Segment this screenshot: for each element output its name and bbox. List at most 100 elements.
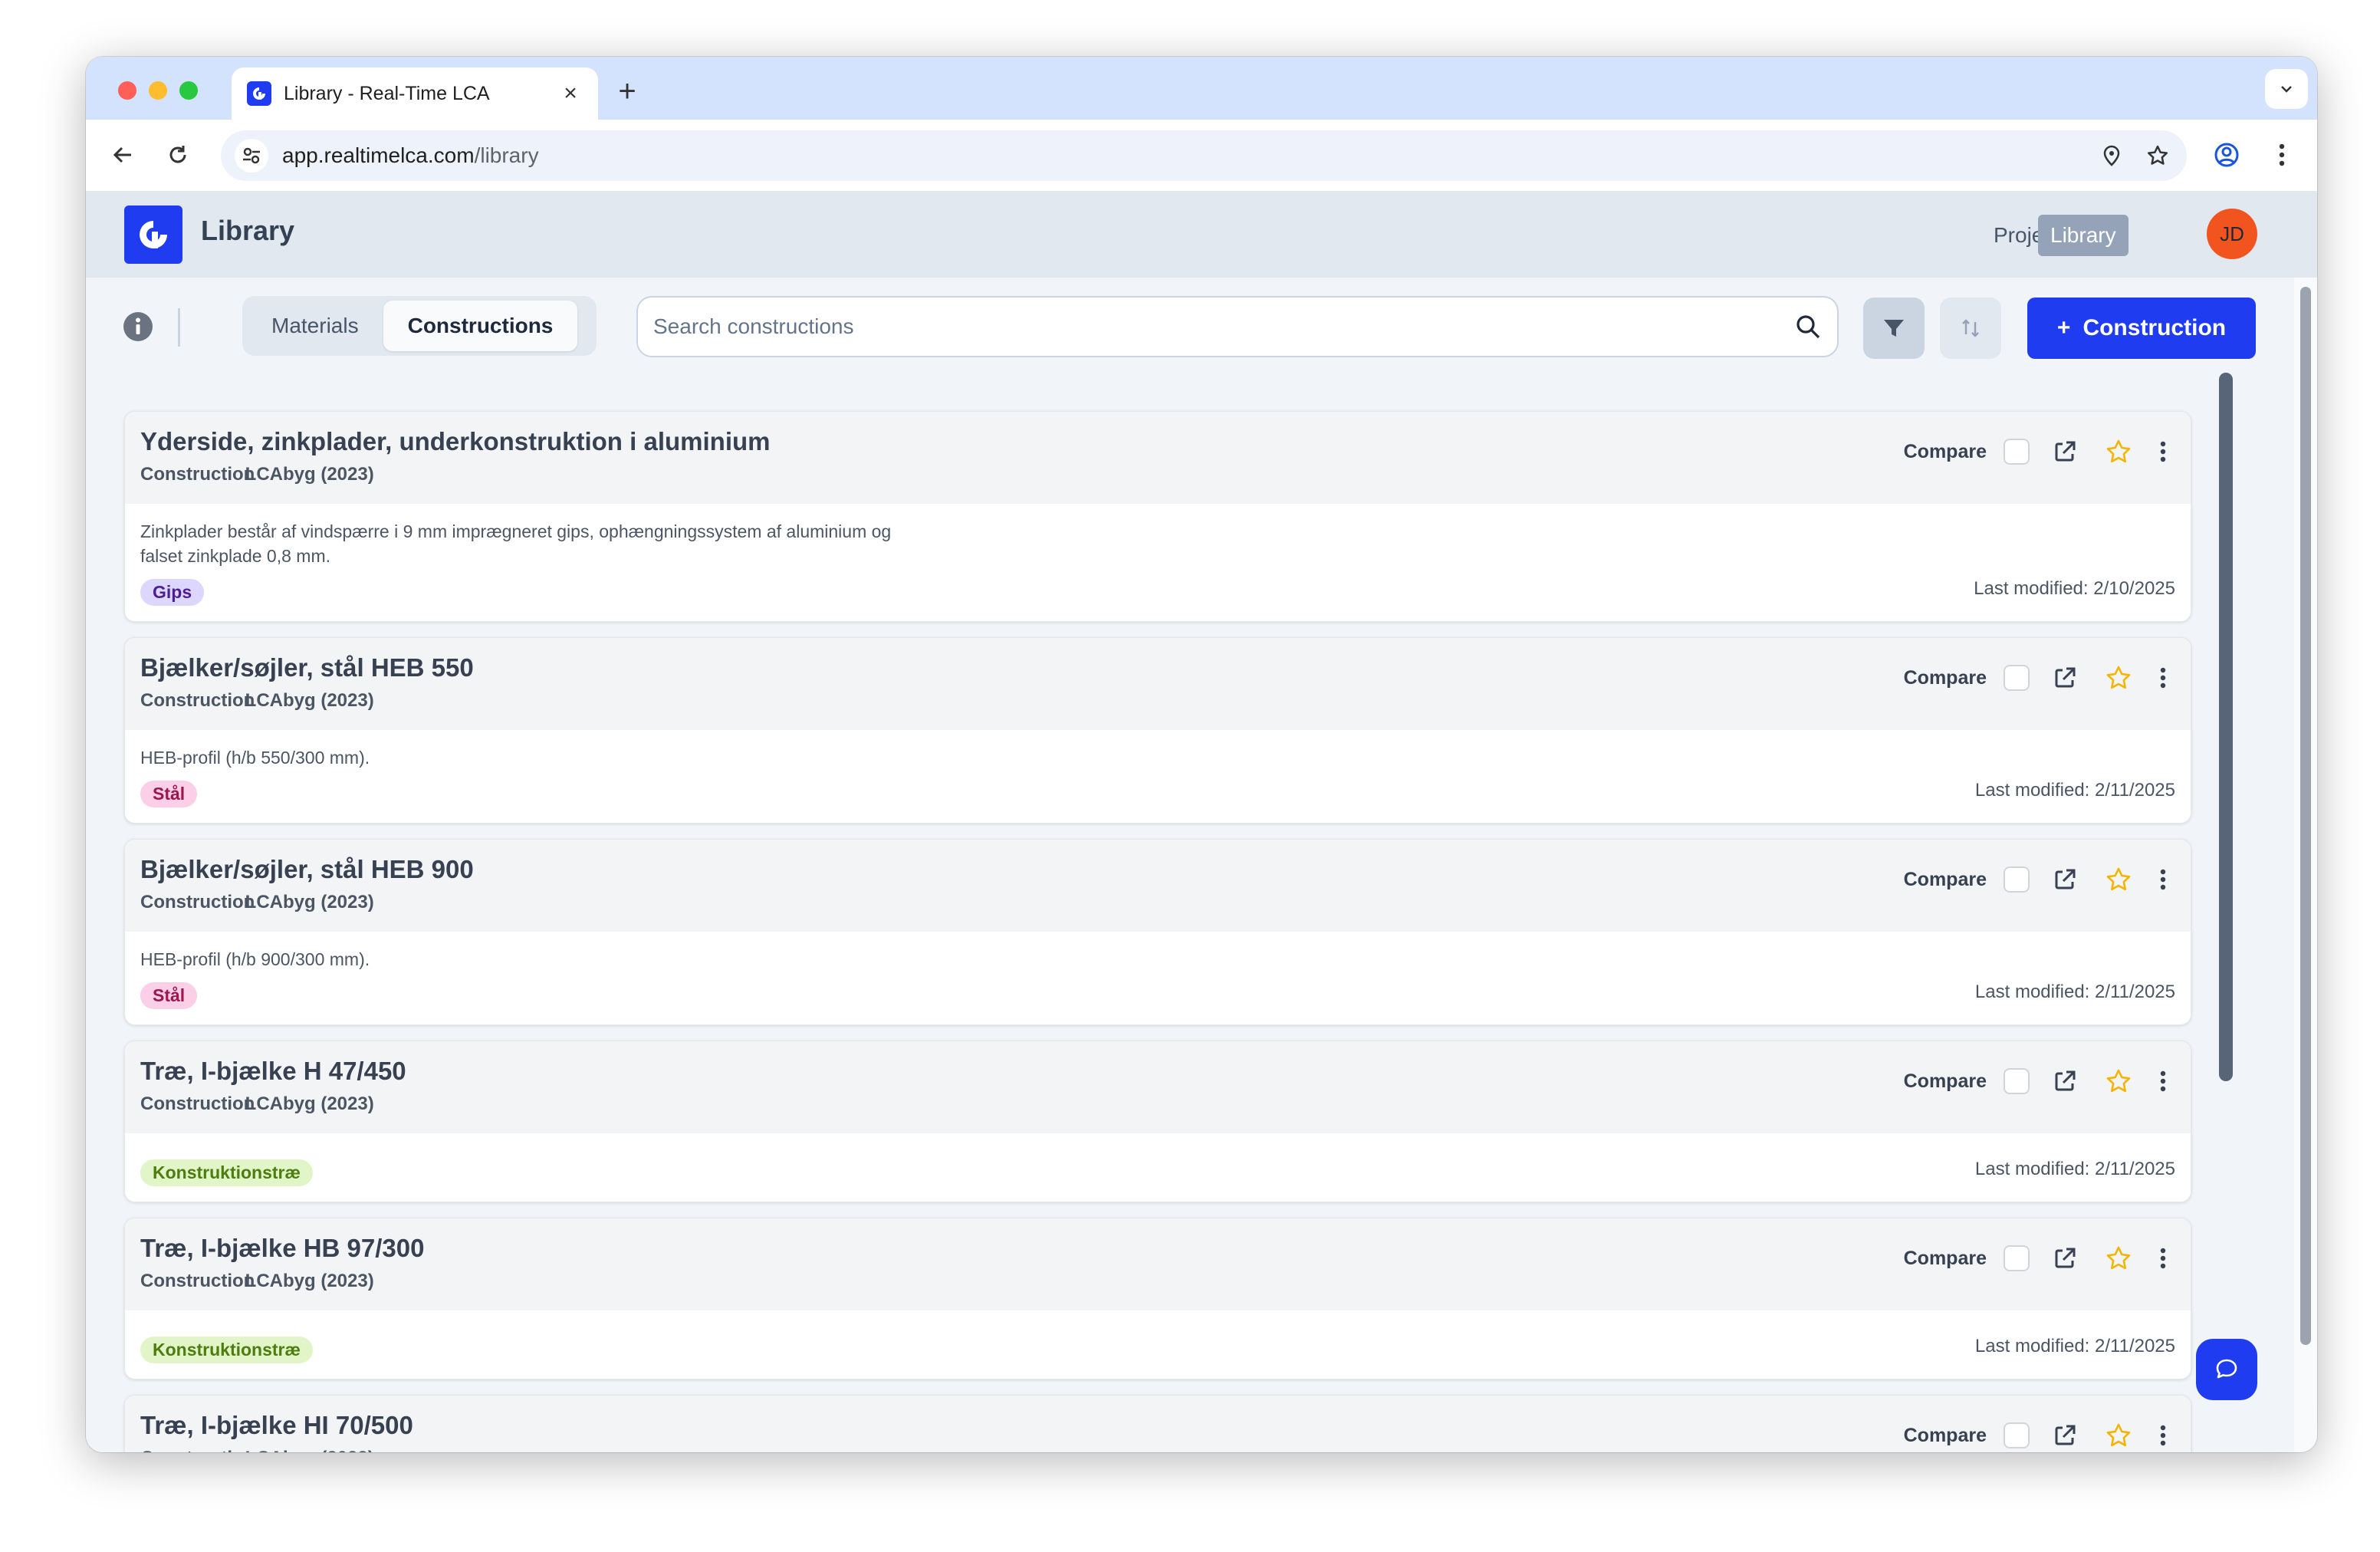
app-logo-icon[interactable] bbox=[124, 206, 182, 264]
card-title[interactable]: Træ, I-bjælke HB 97/300 bbox=[140, 1234, 2175, 1263]
tab-strip: Library - Real-Time LCA × + bbox=[86, 57, 2317, 120]
back-button[interactable] bbox=[104, 136, 141, 173]
list-scrollbar-thumb[interactable] bbox=[2219, 373, 2233, 1081]
card-actions: Compare bbox=[1904, 861, 2172, 898]
browser-menu-button[interactable] bbox=[2263, 136, 2300, 173]
more-options-icon[interactable] bbox=[2154, 433, 2172, 470]
swap-icon bbox=[1962, 319, 1979, 337]
card-title[interactable]: Træ, I-bjælke H 47/450 bbox=[140, 1057, 2175, 1086]
card-source: LCAbyg (2023) bbox=[245, 1271, 374, 1291]
card-source: LCAbyg (2023) bbox=[245, 1448, 374, 1452]
favorite-star-icon[interactable] bbox=[2100, 1240, 2137, 1277]
avatar[interactable]: JD bbox=[2207, 209, 2257, 259]
category-tag[interactable]: Stål bbox=[140, 982, 198, 1009]
close-window-button[interactable] bbox=[118, 81, 136, 100]
card-actions: Compare bbox=[1904, 1417, 2172, 1452]
card-header: Bjælker/søjler, stål HEB 550 Constructio… bbox=[125, 638, 2191, 730]
favorite-star-icon[interactable] bbox=[2100, 861, 2137, 898]
info-icon[interactable] bbox=[123, 311, 153, 342]
tab-constructions[interactable]: Constructions bbox=[383, 301, 578, 351]
construction-card[interactable]: Træ, I-bjælke H 47/450 Construction LCAb… bbox=[124, 1041, 2191, 1202]
open-external-icon[interactable] bbox=[2046, 433, 2083, 470]
card-type: Construction bbox=[140, 690, 255, 711]
tab-close-icon[interactable]: × bbox=[558, 81, 583, 107]
more-options-icon[interactable] bbox=[2154, 659, 2172, 696]
url-host: app.realtimelca.com bbox=[282, 143, 475, 167]
browser-tab[interactable]: Library - Real-Time LCA × bbox=[232, 67, 598, 120]
last-modified: Last modified: 2/11/2025 bbox=[1974, 1159, 2175, 1179]
address-bar[interactable]: app.realtimelca.com/library bbox=[221, 130, 2187, 181]
favorite-star-icon[interactable] bbox=[2100, 659, 2137, 696]
page-scrollbar[interactable] bbox=[2294, 278, 2317, 1452]
construction-card[interactable]: Træ, I-bjælke HB 97/300 Construction LCA… bbox=[124, 1218, 2191, 1379]
reload-button[interactable] bbox=[159, 136, 196, 173]
profile-button[interactable] bbox=[2208, 136, 2245, 173]
more-options-icon[interactable] bbox=[2154, 1240, 2172, 1277]
card-title[interactable]: Bjælker/søjler, stål HEB 550 bbox=[140, 653, 2175, 682]
location-icon[interactable] bbox=[2089, 133, 2135, 179]
more-options-icon[interactable] bbox=[2154, 1063, 2172, 1100]
browser-toolbar: app.realtimelca.com/library bbox=[86, 120, 2317, 192]
page-scrollbar-thumb[interactable] bbox=[2300, 287, 2311, 1345]
search-icon[interactable] bbox=[1794, 313, 1822, 340]
card-source: LCAbyg (2023) bbox=[245, 464, 374, 485]
filter-icon bbox=[1884, 320, 1904, 337]
new-tab-button[interactable]: + bbox=[607, 72, 647, 112]
card-body: Zinkplader består af vindspærre i 9 mm i… bbox=[125, 504, 2191, 621]
compare-label: Compare bbox=[1903, 440, 1987, 462]
add-construction-button[interactable]: + Construction bbox=[2027, 298, 2256, 359]
last-modified: Last modified: 2/10/2025 bbox=[1974, 578, 2175, 599]
construction-card[interactable]: Bjælker/søjler, stål HEB 550 Constructio… bbox=[124, 637, 2191, 824]
compare-checkbox[interactable] bbox=[2004, 665, 2030, 691]
more-options-icon[interactable] bbox=[2154, 861, 2172, 898]
category-tag[interactable]: Gips bbox=[140, 579, 205, 606]
compare-label: Compare bbox=[1903, 868, 1987, 890]
category-tag[interactable]: Konstruktionstræ bbox=[140, 1337, 313, 1363]
profile-icon bbox=[2214, 143, 2239, 167]
more-options-icon[interactable] bbox=[2154, 1417, 2172, 1452]
compare-checkbox[interactable] bbox=[2004, 1422, 2030, 1448]
card-meta: Construction LCAbyg (2023) bbox=[140, 1448, 2175, 1452]
card-title[interactable]: Yderside, zinkplader, underkonstruktion … bbox=[140, 427, 2175, 456]
category-tag[interactable]: Stål bbox=[140, 781, 198, 807]
construction-card[interactable]: Yderside, zinkplader, underkonstruktion … bbox=[124, 411, 2191, 622]
last-modified: Last modified: 2/11/2025 bbox=[1974, 982, 2175, 1002]
open-external-icon[interactable] bbox=[2046, 861, 2083, 898]
tab-search-button[interactable] bbox=[2265, 69, 2308, 109]
last-modified: Last modified: 2/11/2025 bbox=[1974, 1336, 2175, 1356]
url-text[interactable]: app.realtimelca.com/library bbox=[282, 143, 2089, 168]
card-title[interactable]: Bjælker/søjler, stål HEB 900 bbox=[140, 855, 2175, 884]
construction-card[interactable]: Træ, I-bjælke HI 70/500 Construction LCA… bbox=[124, 1395, 2191, 1452]
favorite-star-icon[interactable] bbox=[2100, 433, 2137, 470]
open-external-icon[interactable] bbox=[2046, 1063, 2083, 1100]
open-external-icon[interactable] bbox=[2046, 1417, 2083, 1452]
compare-checkbox[interactable] bbox=[2004, 866, 2030, 893]
construction-card[interactable]: Bjælker/søjler, stål HEB 900 Constructio… bbox=[124, 839, 2191, 1025]
sync-button[interactable] bbox=[1940, 298, 2001, 359]
compare-label: Compare bbox=[1903, 1424, 1987, 1446]
compare-label: Compare bbox=[1903, 1070, 1987, 1092]
open-external-icon[interactable] bbox=[2046, 1240, 2083, 1277]
compare-checkbox[interactable] bbox=[2004, 1245, 2030, 1271]
card-header: Yderside, zinkplader, underkonstruktion … bbox=[125, 412, 2191, 504]
search-input[interactable] bbox=[653, 314, 1794, 339]
compare-checkbox[interactable] bbox=[2004, 1068, 2030, 1094]
chat-button[interactable] bbox=[2196, 1339, 2257, 1400]
filter-button[interactable] bbox=[1863, 298, 1925, 359]
maximize-window-button[interactable] bbox=[179, 81, 198, 100]
compare-label: Compare bbox=[1903, 1247, 1987, 1269]
card-body: Konstruktionstræ Last modified: 2/11/202… bbox=[125, 1133, 2191, 1202]
minimize-window-button[interactable] bbox=[149, 81, 167, 100]
browser-window: Library - Real-Time LCA × + app.realtime… bbox=[86, 57, 2317, 1452]
open-external-icon[interactable] bbox=[2046, 659, 2083, 696]
favorite-star-icon[interactable] bbox=[2100, 1063, 2137, 1100]
nav-library-link[interactable]: Library bbox=[2038, 215, 2129, 256]
favorite-star-icon[interactable] bbox=[2100, 1417, 2137, 1452]
category-tag[interactable]: Konstruktionstræ bbox=[140, 1159, 313, 1186]
card-title[interactable]: Træ, I-bjælke HI 70/500 bbox=[140, 1411, 2175, 1440]
compare-checkbox[interactable] bbox=[2004, 439, 2030, 465]
site-settings-icon[interactable] bbox=[235, 139, 268, 173]
bookmark-star-icon[interactable] bbox=[2135, 133, 2181, 179]
tab-materials[interactable]: Materials bbox=[247, 301, 383, 351]
add-construction-label: Construction bbox=[2082, 315, 2227, 340]
